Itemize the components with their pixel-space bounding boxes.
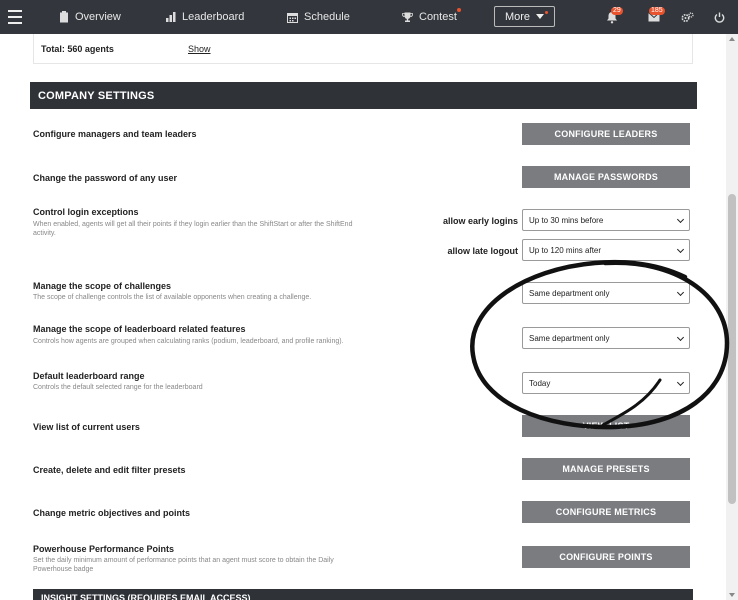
nav-schedule-label: Schedule	[304, 11, 350, 23]
total-agents-label: Total: 560 agents	[41, 44, 114, 54]
login-exceptions-title: Control login exceptions	[33, 207, 139, 217]
page-scrollbar[interactable]	[726, 34, 738, 600]
leaderboard-range-select[interactable]: Today	[522, 372, 690, 394]
nav-contest-label: Contest	[419, 11, 457, 23]
manage-passwords-button[interactable]: MANAGE PASSWORDS	[522, 166, 690, 188]
trophy-icon	[402, 12, 413, 22]
configure-leaders-title: Configure managers and team leaders	[33, 129, 197, 139]
configure-points-button[interactable]: CONFIGURE POINTS	[522, 546, 690, 568]
chevron-down-icon	[676, 215, 685, 224]
chevron-down-icon	[676, 245, 685, 254]
challenge-scope-description: The scope of challenge controls the list…	[33, 294, 312, 301]
nav-contest[interactable]: Contest	[402, 0, 457, 34]
notifications-badge: 29	[611, 7, 623, 15]
performance-points-title: Powerhouse Performance Points	[33, 544, 175, 554]
leaderboard-scope-title: Manage the scope of leaderboard related …	[33, 324, 246, 334]
caret-down-icon	[536, 14, 545, 19]
scrollbar-thumb[interactable]	[728, 194, 736, 504]
leaderboard-scope-value: Same department only	[529, 333, 610, 343]
early-logins-select[interactable]: Up to 30 mins before	[522, 209, 690, 231]
leaderboard-scope-description: Controls how agents are grouped when cal…	[33, 338, 344, 345]
insight-settings-header: INSIGHT SETTINGS (REQUIRES EMAIL ACCESS)	[33, 589, 693, 600]
calendar-icon	[287, 12, 298, 23]
view-list-button[interactable]: VIEW LIST	[522, 415, 690, 437]
contest-notification-dot	[457, 8, 461, 12]
power-icon	[714, 12, 725, 23]
view-users-title: View list of current users	[33, 422, 140, 432]
notifications-button[interactable]	[606, 0, 618, 34]
configure-metrics-button[interactable]: CONFIGURE METRICS	[522, 501, 690, 523]
show-agents-link[interactable]: Show	[188, 44, 211, 54]
more-label: More	[504, 10, 531, 23]
agents-summary-box: Total: 560 agents Show	[33, 34, 693, 64]
chevron-down-icon	[676, 378, 685, 387]
challenge-scope-value: Same department only	[529, 288, 610, 298]
late-logout-select[interactable]: Up to 120 mins after	[522, 239, 690, 261]
leaderboard-range-title: Default leaderboard range	[33, 371, 145, 381]
performance-points-description: Set the daily minimum amount of performa…	[33, 557, 334, 573]
leaderboard-range-value: Today	[529, 378, 551, 388]
chevron-down-icon	[676, 288, 685, 297]
login-exceptions-description: When enabled, agents will get all their …	[33, 221, 353, 237]
early-logins-label: allow early logins	[442, 216, 518, 226]
top-navbar: Overview Leaderboard Schedule Contest Mo…	[0, 0, 738, 34]
nav-leaderboard[interactable]: Leaderboard	[166, 0, 244, 34]
filter-presets-title: Create, delete and edit filter presets	[33, 465, 186, 475]
more-notification-dot	[545, 11, 548, 14]
company-settings-header: COMPANY SETTINGS	[30, 82, 697, 109]
scroll-down-arrow-icon[interactable]	[729, 593, 735, 597]
manage-presets-button[interactable]: MANAGE PRESETS	[522, 458, 690, 480]
hamburger-menu-icon[interactable]	[8, 0, 22, 34]
late-logout-value: Up to 120 mins after	[529, 245, 602, 255]
chevron-down-icon	[676, 333, 685, 342]
late-logout-label: allow late logout	[447, 246, 518, 256]
configure-leaders-button[interactable]: CONFIGURE LEADERS	[522, 123, 690, 145]
nav-leaderboard-label: Leaderboard	[182, 11, 245, 23]
nav-overview[interactable]: Overview	[59, 0, 121, 34]
bar-chart-icon	[166, 12, 176, 22]
more-dropdown-button[interactable]: More	[494, 6, 555, 27]
nav-schedule[interactable]: Schedule	[287, 0, 350, 34]
early-logins-value: Up to 30 mins before	[529, 215, 604, 225]
clipboard-icon	[60, 11, 68, 23]
gears-icon	[681, 11, 694, 22]
messages-badge: 185	[649, 7, 665, 15]
settings-button[interactable]	[681, 0, 694, 34]
challenge-scope-title: Manage the scope of challenges	[33, 281, 172, 291]
logout-button[interactable]	[714, 0, 725, 34]
metrics-title: Change metric objectives and points	[33, 508, 191, 518]
messages-button[interactable]	[648, 0, 660, 34]
manage-passwords-title: Change the password of any user	[33, 173, 178, 183]
leaderboard-range-description: Controls the default selected range for …	[33, 384, 203, 391]
scroll-up-arrow-icon[interactable]	[729, 37, 735, 41]
leaderboard-scope-select[interactable]: Same department only	[522, 327, 690, 349]
nav-overview-label: Overview	[75, 11, 121, 23]
challenge-scope-select[interactable]: Same department only	[522, 282, 690, 304]
